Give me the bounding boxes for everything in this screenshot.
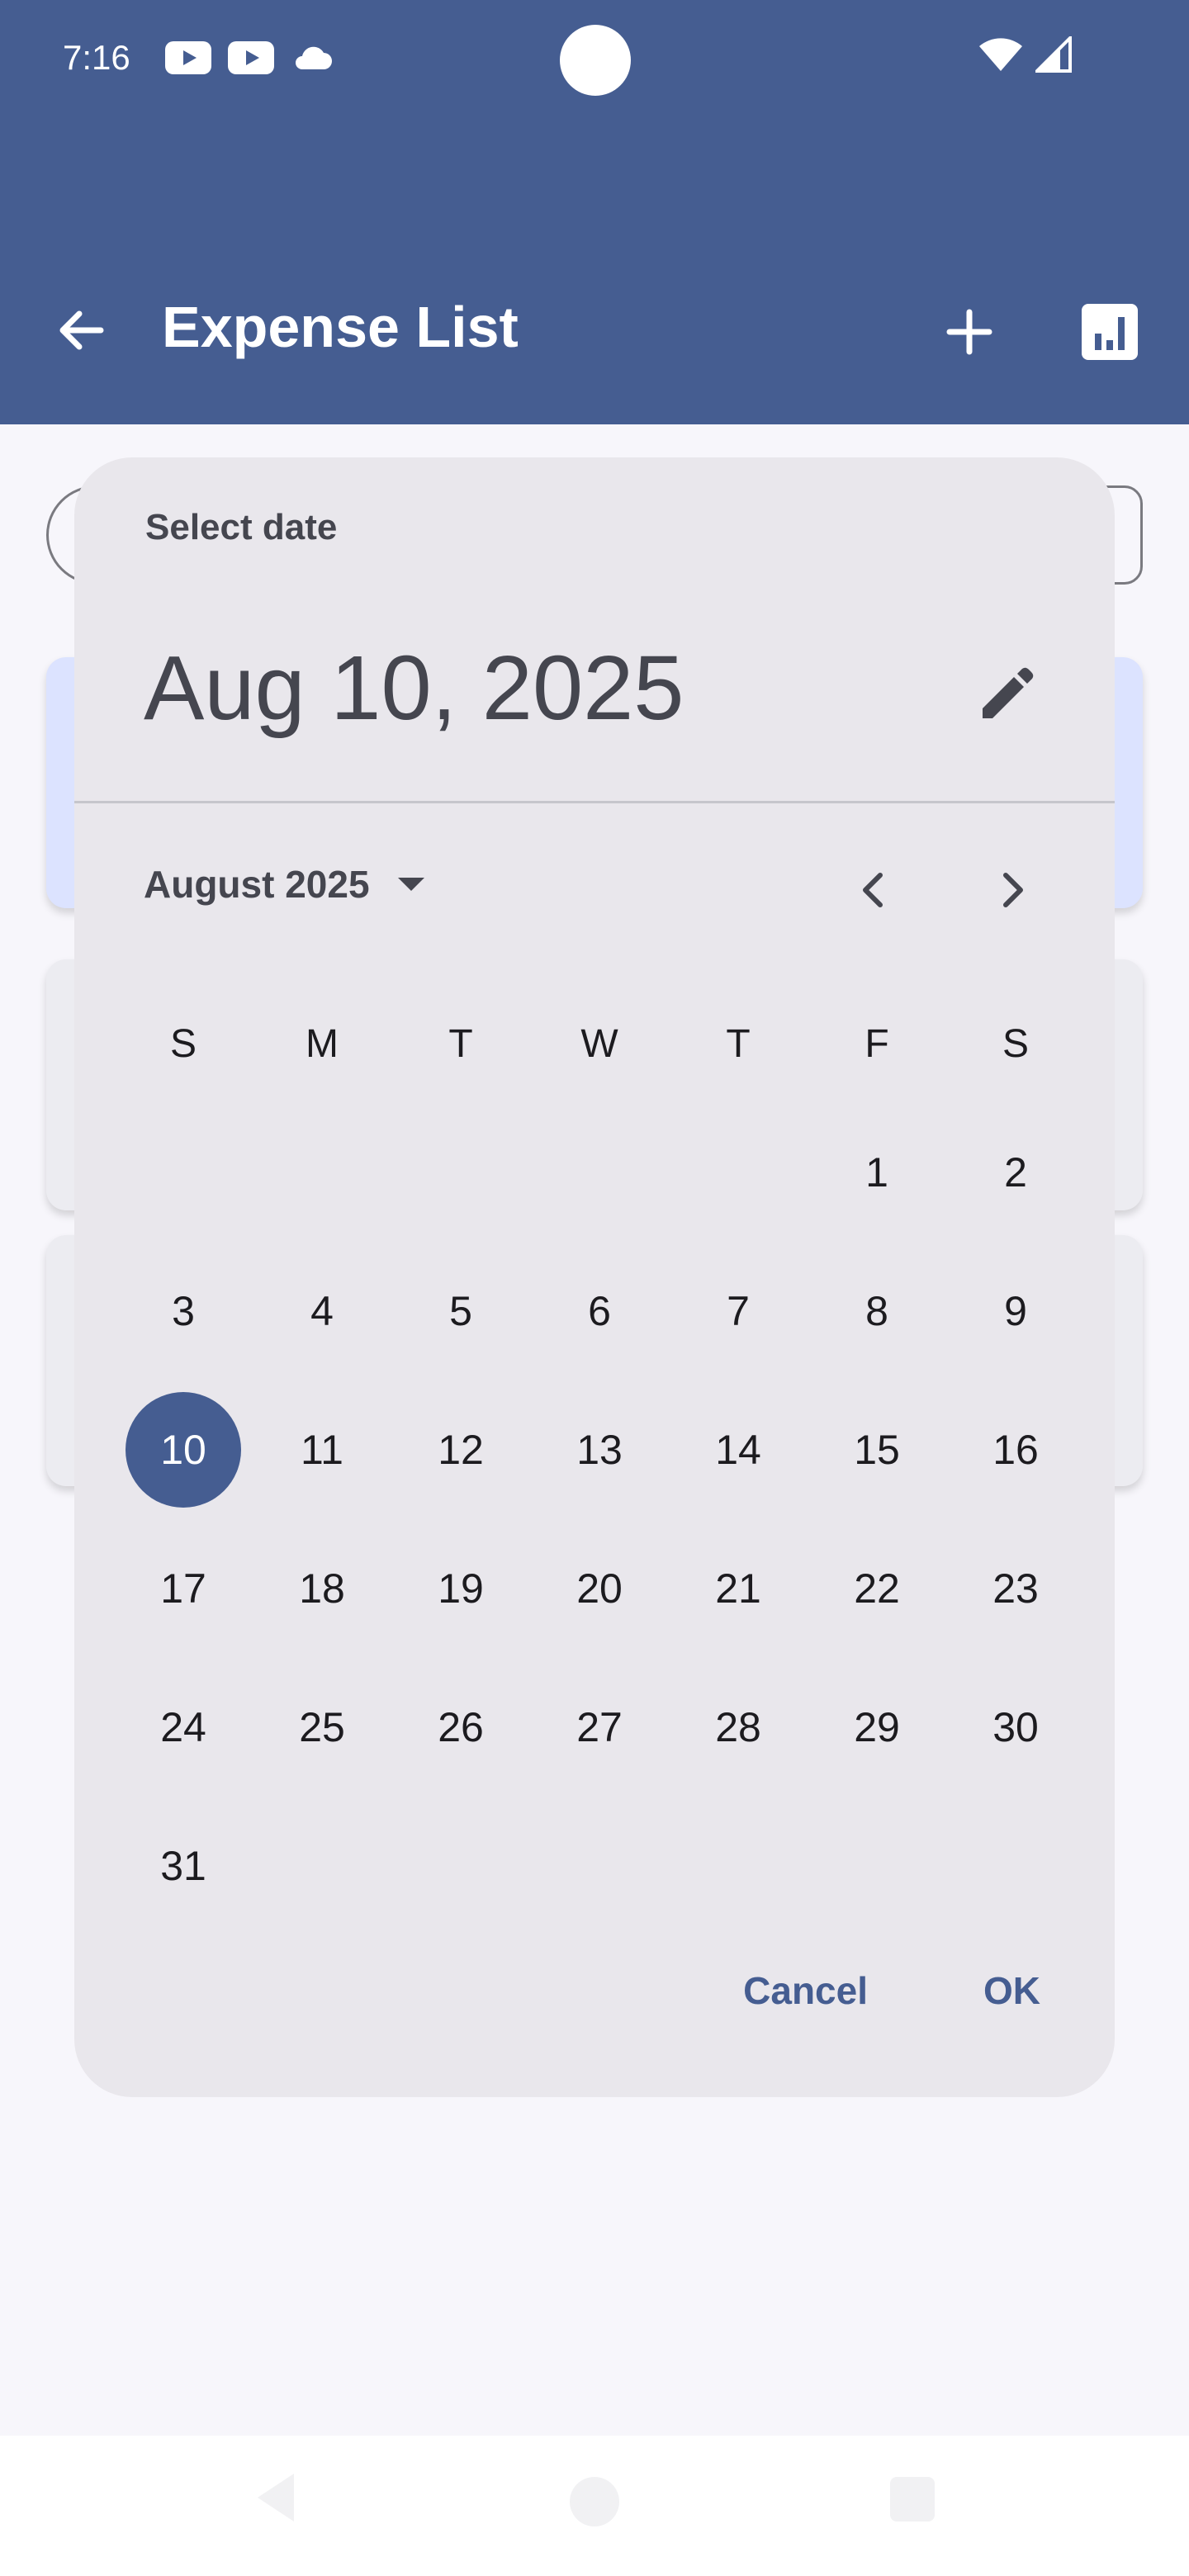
day-cell[interactable]: 17 <box>114 1519 253 1658</box>
day-cell[interactable]: 18 <box>253 1519 391 1658</box>
day-cell[interactable]: 28 <box>669 1658 808 1797</box>
nav-back-icon[interactable] <box>253 2469 302 2526</box>
day-cell <box>530 1103 669 1242</box>
chevron-right-icon[interactable] <box>979 857 1045 923</box>
youtube-icon <box>165 41 211 74</box>
calendar-week: 31 <box>114 1797 1085 1935</box>
selected-date-text: Aug 10, 2025 <box>144 637 685 739</box>
selected-day-indicator: 10 <box>126 1392 241 1508</box>
day-cell[interactable]: 29 <box>808 1658 946 1797</box>
day-cell[interactable]: 12 <box>391 1380 530 1519</box>
bar-chart-icon[interactable] <box>1077 299 1143 365</box>
day-cell[interactable]: 13 <box>530 1380 669 1519</box>
day-cell[interactable]: 16 <box>946 1380 1085 1519</box>
chevron-left-icon[interactable] <box>841 857 907 923</box>
cloud-icon <box>296 46 332 69</box>
calendar-week: 1 2 <box>114 1103 1085 1242</box>
day-cell[interactable]: 19 <box>391 1519 530 1658</box>
signal-icon <box>1035 36 1072 73</box>
day-cell[interactable]: 11 <box>253 1380 391 1519</box>
day-cell[interactable]: 5 <box>391 1242 530 1380</box>
day-cell-selected[interactable]: 10 <box>114 1380 253 1519</box>
day-cell[interactable]: 2 <box>946 1103 1085 1242</box>
system-status-icons <box>978 36 1072 73</box>
notification-icons <box>165 41 334 74</box>
day-cell[interactable]: 21 <box>669 1519 808 1658</box>
day-cell <box>253 1797 391 1935</box>
day-cell[interactable]: 8 <box>808 1242 946 1380</box>
day-cell[interactable]: 25 <box>253 1658 391 1797</box>
weekday-label: T <box>726 1021 751 1066</box>
wifi-icon <box>979 38 1022 71</box>
day-cell[interactable]: 30 <box>946 1658 1085 1797</box>
day-cell[interactable]: 4 <box>253 1242 391 1380</box>
weekday-label: W <box>580 1021 618 1066</box>
weekday-header: S M T W T F S <box>114 1011 1085 1077</box>
calendar-week: 24 25 26 27 28 29 30 <box>114 1658 1085 1797</box>
dialog-actions: Cancel OK <box>743 1968 1040 2013</box>
day-cell <box>391 1797 530 1935</box>
day-cell[interactable]: 3 <box>114 1242 253 1380</box>
calendar-week: 10 11 12 13 14 15 16 <box>114 1380 1085 1519</box>
day-cell[interactable]: 15 <box>808 1380 946 1519</box>
camera-cutout <box>560 25 631 96</box>
day-cell[interactable]: 22 <box>808 1519 946 1658</box>
day-cell <box>946 1797 1085 1935</box>
day-cell[interactable]: 27 <box>530 1658 669 1797</box>
day-cell <box>391 1103 530 1242</box>
day-cell[interactable]: 26 <box>391 1658 530 1797</box>
nav-recents-icon[interactable] <box>890 2477 935 2522</box>
ok-button[interactable]: OK <box>983 1968 1040 2013</box>
day-cell[interactable]: 6 <box>530 1242 669 1380</box>
header-divider <box>74 801 1115 803</box>
nav-home-icon[interactable] <box>570 2477 619 2526</box>
page-title: Expense List <box>162 295 519 359</box>
status-time: 7:16 <box>63 38 130 77</box>
month-year-label: August 2025 <box>144 863 370 906</box>
weekday-label: S <box>169 1021 197 1066</box>
youtube-icon <box>228 41 274 74</box>
date-picker-dialog: Select date Aug 10, 2025 August 2025 S M… <box>74 457 1115 2097</box>
day-cell[interactable]: 9 <box>946 1242 1085 1380</box>
add-icon[interactable] <box>936 299 1002 365</box>
day-cell[interactable]: 7 <box>669 1242 808 1380</box>
day-cell[interactable]: 14 <box>669 1380 808 1519</box>
month-year-selector[interactable]: August 2025 <box>144 862 428 907</box>
day-cell[interactable]: 1 <box>808 1103 946 1242</box>
dropdown-arrow-icon <box>397 878 424 891</box>
weekday-label: T <box>448 1021 473 1066</box>
calendar-week: 3 4 5 6 7 8 9 <box>114 1242 1085 1380</box>
day-cell <box>114 1103 253 1242</box>
dialog-headline: Select date <box>145 507 338 547</box>
day-cell <box>808 1797 946 1935</box>
day-cell <box>669 1103 808 1242</box>
weekday-label: M <box>306 1021 339 1066</box>
day-cell[interactable]: 31 <box>114 1797 253 1935</box>
day-cell[interactable]: 24 <box>114 1658 253 1797</box>
back-arrow-icon[interactable] <box>48 297 114 363</box>
day-cell <box>669 1797 808 1935</box>
cancel-button[interactable]: Cancel <box>743 1968 868 2013</box>
day-cell[interactable]: 20 <box>530 1519 669 1658</box>
edit-pencil-icon[interactable] <box>974 664 1037 727</box>
app-bar: 7:16 Expense List <box>0 0 1189 424</box>
day-cell <box>253 1103 391 1242</box>
calendar-week: 17 18 19 20 21 22 23 <box>114 1519 1085 1658</box>
weekday-label: S <box>1002 1021 1029 1066</box>
day-cell <box>530 1797 669 1935</box>
weekday-label: F <box>865 1021 889 1066</box>
day-cell[interactable]: 23 <box>946 1519 1085 1658</box>
